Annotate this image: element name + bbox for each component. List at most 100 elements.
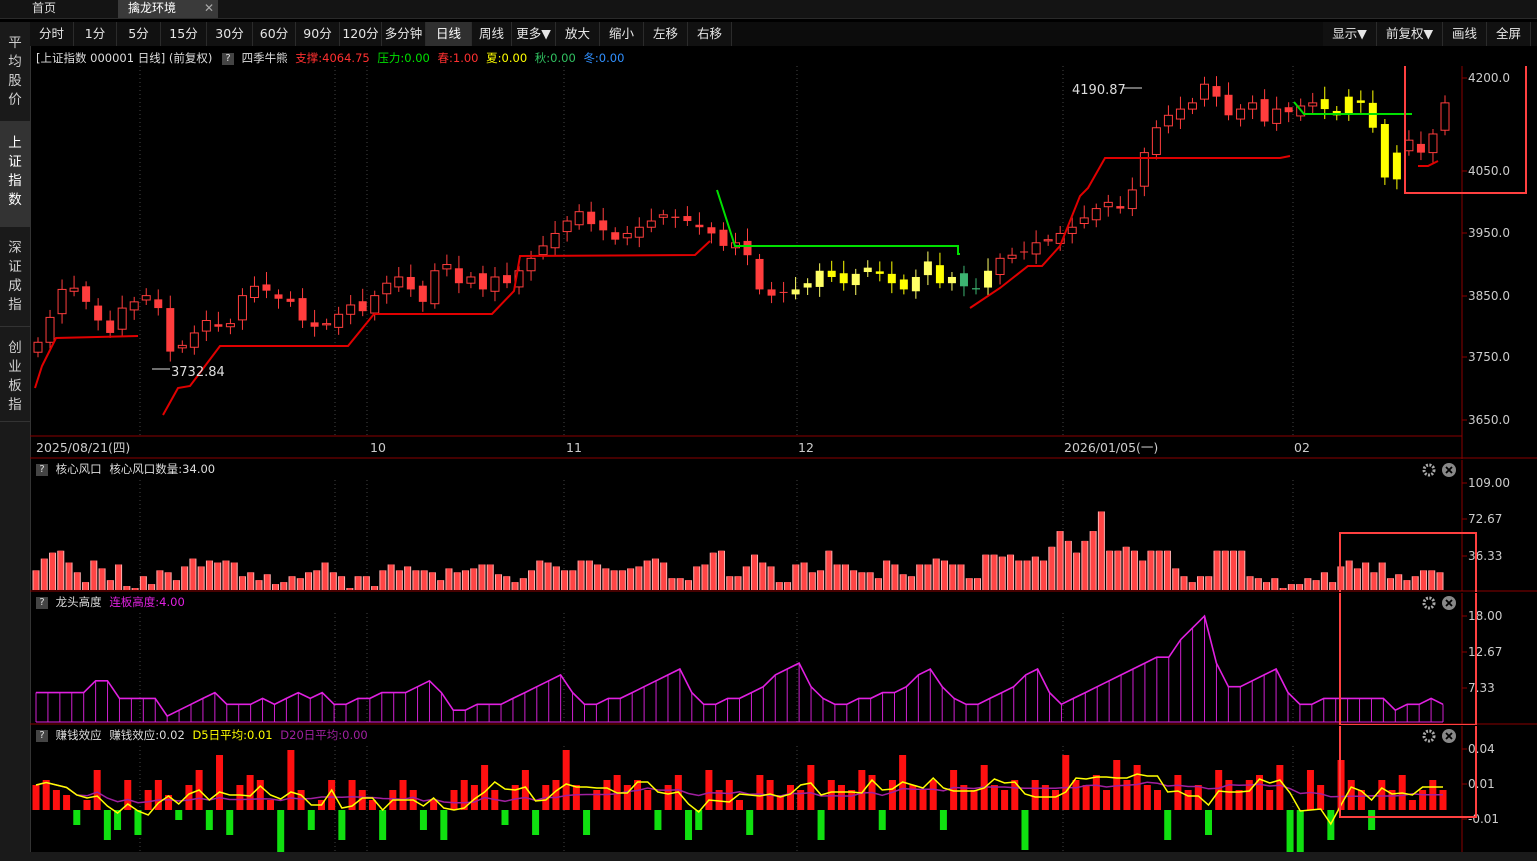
close-icon[interactable]: ✕ [204, 0, 214, 17]
wind-bar-2 [49, 552, 57, 590]
wind-bar-core [1189, 582, 1195, 590]
profit-bar-77 [817, 810, 825, 840]
dragon-line-chart[interactable]: 18.00 12.67 7.33 [30, 593, 1537, 725]
wind-bar-36 [329, 572, 337, 590]
candle-body-79 [984, 270, 993, 288]
wind-bar-core [694, 566, 700, 590]
toolbar-btn-13[interactable]: 缩小 [600, 22, 644, 46]
wind-bar-core [248, 572, 254, 590]
profit-bar-40 [440, 810, 448, 840]
candle-body-78 [972, 288, 980, 290]
wind-bar-core [950, 564, 956, 590]
toolbar-btn-8[interactable]: 多分钟 [382, 22, 426, 46]
profit-effect-chart[interactable]: 0.04 0.01 -0.01 [30, 726, 1537, 852]
toolbar-btn-7[interactable]: 120分 [340, 22, 382, 46]
profit-bar-80 [848, 790, 856, 810]
wind-bar-core [619, 570, 625, 590]
close-icon[interactable] [1442, 463, 1456, 477]
wind-bar-12 [131, 588, 139, 590]
candlestick-chart[interactable]: 4200.0 4050.0 3950.0 3850.0 3750.0 3650.0 2025… [30, 66, 1537, 459]
profit-bar-105 [1103, 790, 1111, 810]
wind-bar-40 [362, 576, 370, 590]
toolbar-btn-10[interactable]: 周线 [472, 22, 512, 46]
toolbar-btn-3[interactable]: 15分 [161, 22, 207, 46]
gear-icon[interactable] [1422, 596, 1436, 610]
wind-bar-core [1412, 576, 1418, 590]
wind-bar-131 [1114, 550, 1122, 590]
wind-bar-31 [288, 576, 296, 590]
wind-bar-129 [1097, 511, 1105, 590]
profit-bar-4 [73, 810, 81, 825]
profit-bar-98 [1031, 780, 1039, 810]
wind-bar-43 [387, 564, 395, 590]
wind-bar-core [941, 560, 947, 590]
profit-bar-24 [277, 810, 285, 852]
wind-bar-57 [503, 576, 511, 590]
y-tick-label-2: 3950.0 [1468, 226, 1510, 240]
wind-bar-33 [305, 572, 313, 590]
wind-bar-149 [1263, 582, 1271, 590]
profit-bar-135 [1408, 800, 1416, 810]
spring-value: 春:1.00 [437, 51, 479, 65]
toolbar-btn-12[interactable]: 放大 [556, 22, 600, 46]
candle-body-45 [574, 211, 584, 226]
sidebar-item-3[interactable]: 创业板指 [0, 327, 30, 422]
toolbar-btn-0[interactable]: 分时 [30, 22, 74, 46]
gear-icon[interactable] [1422, 463, 1436, 477]
wind-bar-core [289, 576, 295, 590]
profit-bar-104 [1092, 775, 1100, 810]
toolbar-right-btn-1[interactable]: 前复权▼ [1377, 22, 1443, 46]
toolbar-btn-4[interactable]: 30分 [207, 22, 253, 46]
candle-body-48 [611, 232, 620, 240]
gear-icon[interactable] [1422, 729, 1436, 743]
close-icon[interactable] [1442, 729, 1456, 743]
toolbar-btn-14[interactable]: 左移 [644, 22, 688, 46]
wind-bar-99 [850, 570, 858, 590]
wind-bar-core [264, 574, 270, 590]
wind-bar-chart[interactable]: 109.00 72.67 36.33 [30, 460, 1537, 592]
profit-bar-23 [267, 800, 274, 810]
candle-body-69 [863, 267, 872, 273]
wind-bar-37 [338, 576, 346, 590]
toolbar-btn-11[interactable]: 更多▼ [512, 22, 556, 46]
help-icon[interactable]: ? [221, 52, 234, 65]
profit-bar-58 [623, 785, 631, 810]
toolbar-btn-2[interactable]: 5分 [117, 22, 161, 46]
toolbar-btn-6[interactable]: 90分 [296, 22, 340, 46]
indicator-name[interactable]: 四季牛熊 [242, 51, 288, 65]
toolbar-right-btn-0[interactable]: 显示▼ [1323, 22, 1377, 46]
candle-body-0 [33, 341, 43, 353]
toolbar-right-btn-3[interactable]: 全屏 [1487, 22, 1531, 46]
wind-bar-core [1387, 578, 1393, 590]
wind-bar-core [1429, 570, 1435, 590]
tab-active[interactable]: 擒龙环境 ✕ [118, 0, 218, 18]
x-label-1: 10 [370, 440, 386, 455]
profit-bar-138 [1439, 790, 1447, 810]
toolbar-btn-9[interactable]: 日线 [426, 22, 472, 46]
close-icon[interactable] [1442, 596, 1456, 610]
tab-home[interactable]: 首页 [22, 0, 66, 18]
profit-bar-70 [746, 810, 754, 835]
profit-tick-label-0: 0.04 [1468, 742, 1495, 756]
wind-bar-169 [1428, 570, 1436, 590]
wind-bar-core [91, 560, 97, 590]
wind-bar-1 [40, 558, 48, 590]
toolbar-btn-1[interactable]: 1分 [74, 22, 117, 46]
toolbar-btn-5[interactable]: 60分 [253, 22, 296, 46]
profit-bar-15 [185, 785, 193, 810]
toolbar-right-btn-2[interactable]: 画线 [1443, 22, 1487, 46]
sidebar-item-1[interactable]: 上证指数 [0, 122, 30, 227]
profit-bar-110 [1154, 790, 1162, 810]
wind-bar-core [215, 562, 221, 590]
dragon-tick-label-0: 18.00 [1468, 609, 1502, 623]
wind-bar-28 [263, 574, 271, 590]
sidebar-item-2[interactable]: 深证成指 [0, 227, 30, 327]
toolbar-btn-15[interactable]: 右移 [688, 22, 732, 46]
wind-bar-55 [486, 564, 494, 590]
wind-bar-core [867, 572, 873, 590]
wind-bar-core [140, 576, 146, 590]
sidebar-item-0[interactable]: 平均股价 [0, 22, 30, 122]
candle-body-110 [1356, 100, 1365, 103]
profit-bar-21 [246, 775, 254, 810]
profit-bar-7 [103, 810, 111, 840]
